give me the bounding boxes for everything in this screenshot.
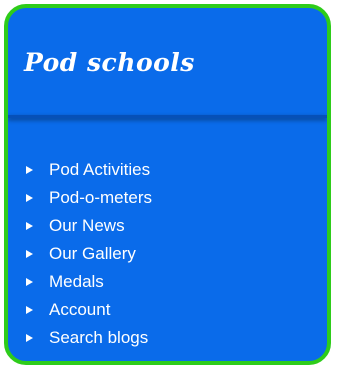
menu-item-label[interactable]: Account [49, 300, 110, 320]
triangle-right-icon [26, 194, 33, 202]
nav-menu: Pod Activities Pod-o-meters Our News Our… [8, 118, 327, 352]
triangle-right-icon [26, 250, 33, 258]
panel-header: Pod schools [8, 8, 327, 118]
menu-item-pod-o-meters[interactable]: Pod-o-meters [26, 184, 327, 212]
menu-item-label[interactable]: Medals [49, 272, 104, 292]
triangle-right-icon [26, 222, 33, 230]
menu-item-pod-activities[interactable]: Pod Activities [26, 156, 327, 184]
triangle-right-icon [26, 166, 33, 174]
menu-item-account[interactable]: Account [26, 296, 327, 324]
menu-item-label[interactable]: Pod Activities [49, 160, 150, 180]
menu-item-label[interactable]: Pod-o-meters [49, 188, 152, 208]
triangle-right-icon [26, 306, 33, 314]
menu-item-our-news[interactable]: Our News [26, 212, 327, 240]
menu-item-medals[interactable]: Medals [26, 268, 327, 296]
panel-title: Pod schools [24, 48, 195, 77]
menu-item-search-blogs[interactable]: Search blogs [26, 324, 327, 352]
triangle-right-icon [26, 334, 33, 342]
menu-item-label[interactable]: Our Gallery [49, 244, 136, 264]
triangle-right-icon [26, 278, 33, 286]
menu-item-label[interactable]: Search blogs [49, 328, 148, 348]
menu-item-our-gallery[interactable]: Our Gallery [26, 240, 327, 268]
menu-item-label[interactable]: Our News [49, 216, 125, 236]
pod-schools-panel: Pod schools Pod Activities Pod-o-meters … [4, 4, 331, 365]
